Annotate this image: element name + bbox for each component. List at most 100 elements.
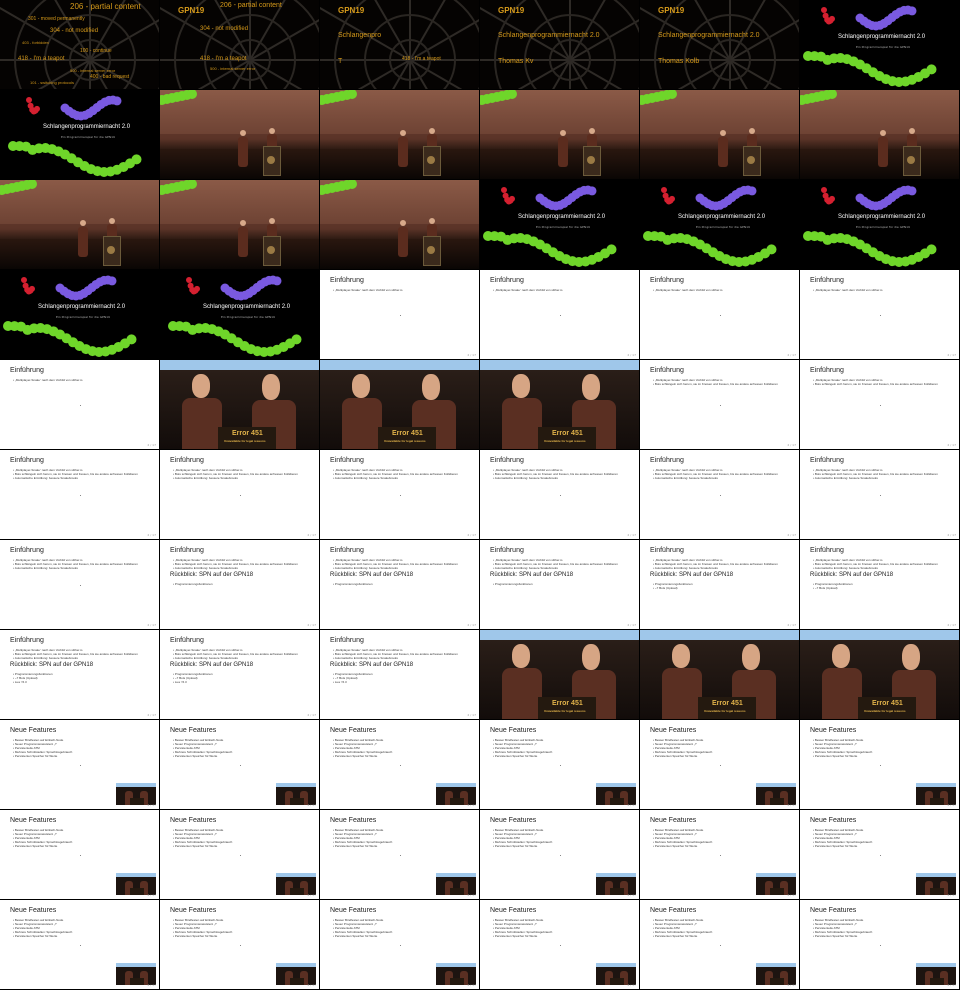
video-frame-thumbnail[interactable] [0,180,159,269]
video-frame-thumbnail[interactable] [160,90,319,179]
video-frame-thumbnail[interactable]: Schlangenprogrammiernacht 2.0 Ein Program… [640,180,799,269]
video-frame-thumbnail[interactable] [160,180,319,269]
video-frame-thumbnail[interactable]: Einführung„Multiplayer-Snake“ nach dem V… [0,450,159,539]
video-frame-thumbnail[interactable]: Einführung„Multiplayer-Snake“ nach dem V… [0,360,159,449]
video-frame-thumbnail[interactable]: Einführung„Multiplayer-Snake“ nach dem V… [640,450,799,539]
video-frame-thumbnail[interactable]: Neue FeaturesBesser Bindfesten auf Einfa… [800,900,959,989]
video-frame-thumbnail[interactable]: Einführung„Multiplayer-Snake“ nach dem V… [0,540,159,629]
video-frame-thumbnail[interactable]: Schlangenprogrammiernacht 2.0 Ein Program… [800,180,959,269]
video-frame-thumbnail[interactable]: Einführung„Multiplayer-Snake“ nach dem V… [480,540,639,629]
video-frame-thumbnail[interactable]: Neue FeaturesBesser Bindfesten auf Einfa… [640,720,799,809]
video-frame-thumbnail[interactable]: Neue FeaturesBesser Bindfesten auf Einfa… [0,900,159,989]
status-text: 500 - internal server error [210,66,256,71]
snake-title: Schlangenprogrammiernacht 2.0 [38,304,126,310]
video-frame-thumbnail[interactable]: GPN19 Schlangenprogrammiernacht 2.0 Thomas… [480,0,639,89]
cursor-dot [79,404,81,406]
speaker-camera-inset [116,783,156,805]
video-frame-thumbnail[interactable]: 206 - partial content 301 - moved permane… [0,0,159,89]
cursor-dot [399,494,401,496]
slide-bullet: „Multiplayer-Snake“ nach dem Vorbild von… [653,288,723,292]
video-frame-thumbnail[interactable]: Neue FeaturesBesser Bindfesten auf Einfa… [320,900,479,989]
video-frame-thumbnail[interactable]: Einführung„Multiplayer-Snake“ nach dem V… [800,540,959,629]
presenter [398,137,408,167]
slide-bullet: Automatische Ermittlung: bessere Snakebr… [13,656,78,660]
snake-title: Schlangenprogrammiernacht 2.0 [838,34,926,40]
video-frame-thumbnail[interactable]: Einführung„Multiplayer-Snake“ nach dem V… [160,540,319,629]
slide-heading: Einführung [10,637,44,644]
speaker-initial: T [338,58,343,65]
video-frame-thumbnail[interactable]: Einführung„Multiplayer-Snake“ nach dem V… [160,630,319,719]
window-sky [916,783,956,787]
video-frame-thumbnail[interactable] [480,90,639,179]
presenter [558,137,568,167]
video-frame-thumbnail[interactable]: Neue FeaturesBesser Bindfesten auf Einfa… [800,810,959,899]
lectern [130,978,144,985]
video-frame-thumbnail[interactable]: Einführung„Multiplayer-Snake“ nach dem V… [640,360,799,449]
page-number: 2 / 17 [147,803,156,807]
speaker-camera-inset [596,783,636,805]
video-frame-thumbnail[interactable]: Einführung„Multiplayer-Snake“ nach dem V… [800,450,959,539]
video-frame-thumbnail[interactable]: Schlangenprogrammiernacht 2.0 Ein Program… [800,0,959,89]
video-frame-thumbnail[interactable]: Einführung„Multiplayer-Snake“ nach dem V… [640,540,799,629]
video-frame-thumbnail[interactable] [320,90,479,179]
video-frame-thumbnail[interactable]: Schlangenprogrammiernacht 2.0 Ein Program… [480,180,639,269]
window-sky [160,360,319,370]
video-frame-thumbnail[interactable]: Einführung„Multiplayer-Snake“ nach dem V… [320,270,479,359]
video-frame-thumbnail[interactable]: Error 451 Unavailable for legal reasons [160,360,319,449]
page-number: 2 / 17 [467,533,476,537]
video-frame-thumbnail[interactable]: Einführung„Multiplayer-Snake“ nach dem V… [480,450,639,539]
video-frame-thumbnail[interactable]: Einführung„Multiplayer-Snake“ nach dem V… [320,630,479,719]
window-sky [480,630,639,640]
status-text: 304 - not modified [200,26,249,32]
video-frame-thumbnail[interactable]: GPN19 206 - partial content 304 - not modi… [160,0,319,89]
video-frame-thumbnail[interactable]: Einführung„Multiplayer-Snake“ nach dem V… [320,540,479,629]
video-frame-thumbnail[interactable]: Schlangenprogrammiernacht 2.0 Ein Program… [0,90,159,179]
slide-bullet: Persistenten Speicher für Werte [813,934,857,938]
speaker-camera-inset [436,873,476,895]
video-frame-thumbnail[interactable]: Einführung„Multiplayer-Snake“ nach dem V… [320,450,479,539]
video-frame-thumbnail[interactable]: Neue FeaturesBesser Bindfesten auf Einfa… [0,720,159,809]
video-frame-thumbnail[interactable]: Error 451 Unavailable for legal reasons [480,630,639,719]
video-frame-thumbnail[interactable]: Neue FeaturesBesser Bindfesten auf Einfa… [160,900,319,989]
video-frame-thumbnail[interactable]: Neue FeaturesBesser Bindfesten auf Einfa… [640,900,799,989]
video-frame-thumbnail[interactable]: Neue FeaturesBesser Bindfesten auf Einfa… [0,810,159,899]
video-frame-thumbnail[interactable]: Neue FeaturesBesser Bindfesten auf Einfa… [480,720,639,809]
slide-heading: Neue Features [10,907,57,914]
video-frame-thumbnail[interactable]: Einführung„Multiplayer-Snake“ nach dem V… [160,450,319,539]
video-frame-thumbnail[interactable] [320,180,479,269]
video-frame-thumbnail[interactable]: Einführung„Multiplayer-Snake“ nach dem V… [480,270,639,359]
video-frame-thumbnail[interactable]: Neue FeaturesBesser Bindfesten auf Einfa… [160,720,319,809]
video-frame-thumbnail[interactable]: Error 451 Unavailable for legal reasons [320,360,479,449]
video-frame-thumbnail[interactable]: GPN19 Schlangenpro T 418 - I'm a teapot [320,0,479,89]
snake-title: Schlangenprogrammiernacht 2.0 [203,304,291,310]
video-frame-thumbnail[interactable]: Error 451 Unavailable for legal reasons [640,630,799,719]
video-frame-thumbnail[interactable]: Einführung„Multiplayer-Snake“ nach dem V… [0,630,159,719]
slide-bullet: Persistenten Speicher für Werte [13,754,57,758]
video-frame-thumbnail[interactable]: Neue FeaturesBesser Bindfesten auf Einfa… [640,810,799,899]
cursor-dot [239,494,241,496]
video-frame-thumbnail[interactable]: Einführung„Multiplayer-Snake“ nach dem V… [800,270,959,359]
slide-heading: Neue Features [810,907,857,914]
video-frame-thumbnail[interactable]: Neue FeaturesBesser Bindfesten auf Einfa… [320,720,479,809]
video-frame-thumbnail[interactable]: Einführung„Multiplayer-Snake“ nach dem V… [640,270,799,359]
video-frame-thumbnail[interactable]: Neue FeaturesBesser Bindfesten auf Einfa… [480,810,639,899]
video-frame-thumbnail[interactable]: Error 451 Unavailable for legal reasons [800,630,959,719]
slide-subheading: Rückblick: SPN auf der GPN18 [170,662,254,668]
video-frame-thumbnail[interactable]: Einführung„Multiplayer-Snake“ nach dem V… [800,360,959,449]
speaker-face [192,374,210,398]
video-frame-thumbnail[interactable] [800,90,959,179]
video-frame-thumbnail[interactable] [640,90,799,179]
video-frame-thumbnail[interactable]: Schlangenprogrammiernacht 2.0 Ein Program… [160,270,319,359]
video-frame-grid: 206 - partial content 301 - moved permane… [0,0,960,990]
video-frame-thumbnail[interactable]: Neue FeaturesBesser Bindfesten auf Einfa… [800,720,959,809]
video-frame-thumbnail[interactable]: Error 451 Unavailable for legal reasons [480,360,639,449]
video-frame-thumbnail[interactable]: Neue FeaturesBesser Bindfesten auf Einfa… [320,810,479,899]
slide-subheading: Rückblick: SPN auf der GPN18 [810,572,894,578]
cursor-dot [239,944,241,946]
video-frame-thumbnail[interactable]: GPN19 Schlangenprogrammiernacht 2.0 Thomas… [640,0,799,89]
video-frame-thumbnail[interactable]: Neue FeaturesBesser Bindfesten auf Einfa… [480,900,639,989]
podium-seal [747,156,755,164]
video-frame-thumbnail[interactable]: Schlangenprogrammiernacht 2.0 Ein Program… [0,270,159,359]
presenter-head [240,130,246,136]
video-frame-thumbnail[interactable]: Neue FeaturesBesser Bindfesten auf Einfa… [160,810,319,899]
